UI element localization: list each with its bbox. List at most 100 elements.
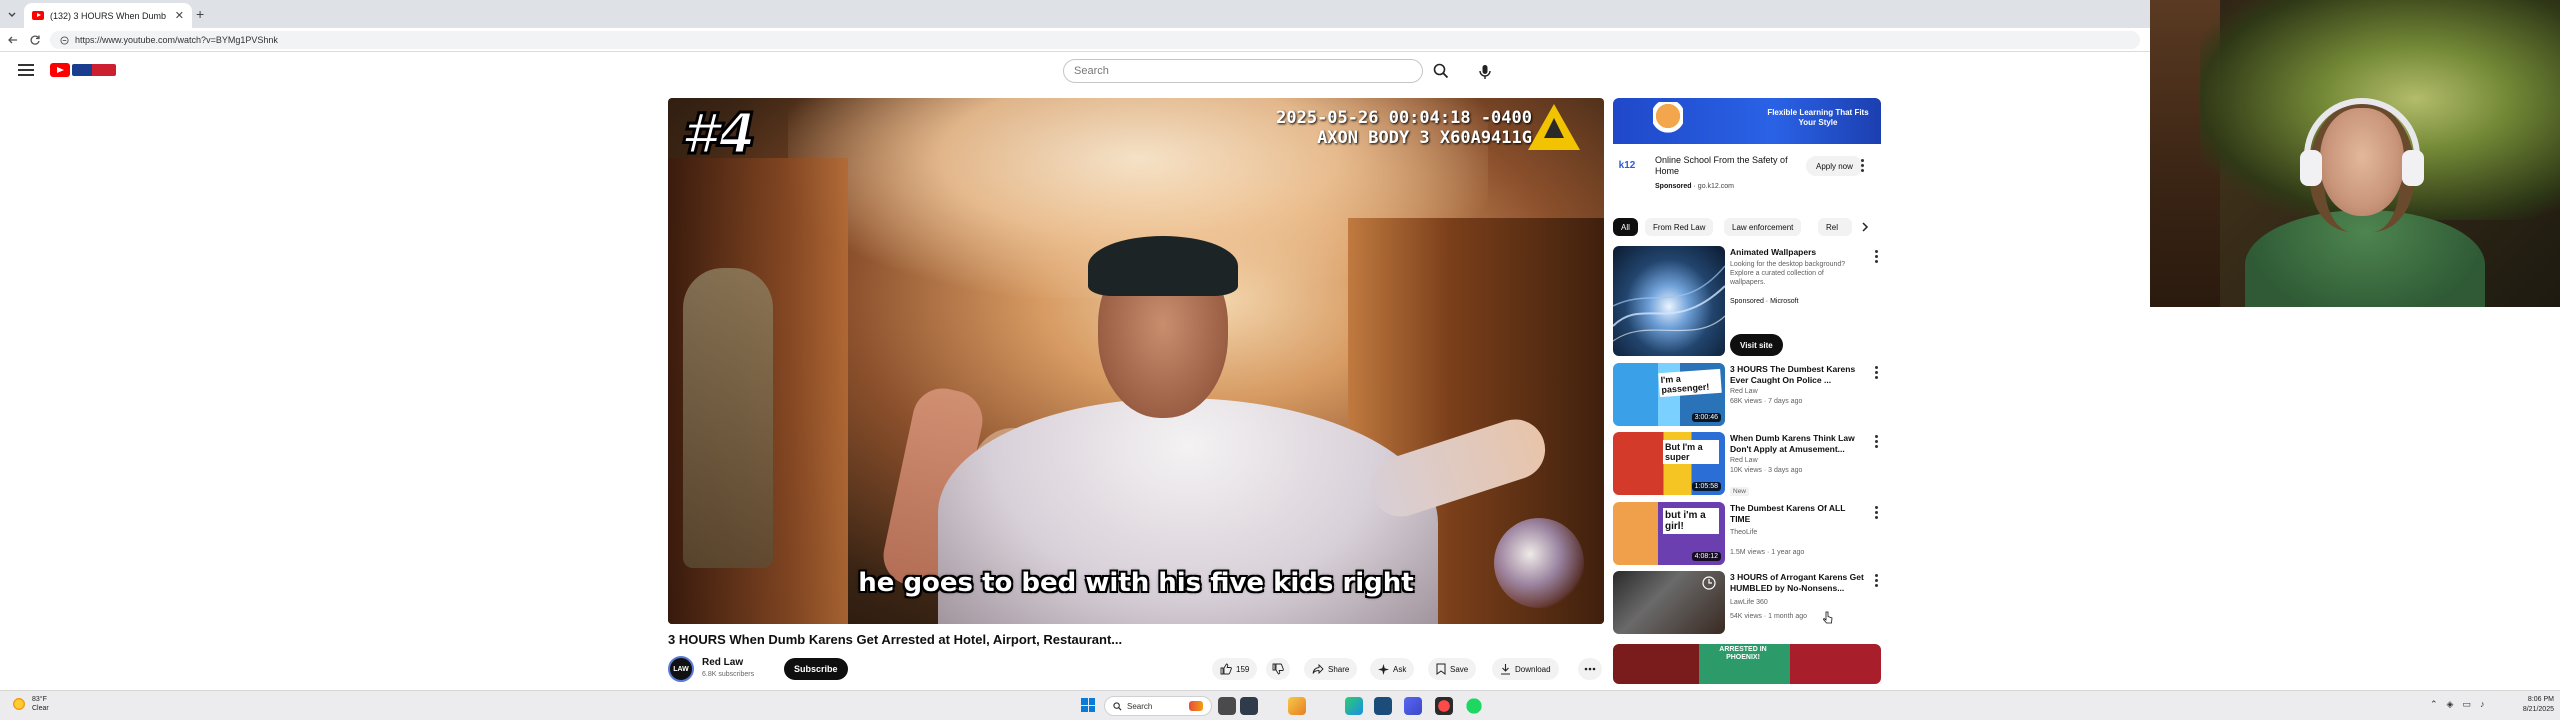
video-channel[interactable]: LawLife 360 bbox=[1730, 598, 1768, 607]
bodycam-timestamp: 2025-05-26 00:04:18 -0400 AXON BODY 3 X6… bbox=[1276, 108, 1532, 148]
video-thumbnail[interactable]: I'm a passenger! 3:00:46 bbox=[1613, 363, 1725, 426]
taskbar-clock[interactable]: 8:06 PM 8/21/2025 bbox=[2508, 695, 2554, 715]
video-thumbnail[interactable] bbox=[1613, 571, 1725, 634]
back-arrow-icon[interactable] bbox=[4, 31, 22, 49]
task-view-icon[interactable] bbox=[1218, 697, 1236, 715]
sponsored-meta: Sponsored · Microsoft bbox=[1730, 298, 1799, 305]
item-more-icon[interactable] bbox=[1874, 506, 1878, 519]
video-frame-man-cap bbox=[1088, 236, 1238, 296]
clock-icon bbox=[1702, 576, 1716, 590]
ad-banner-image[interactable]: Flexible Learning That Fits Your Style bbox=[1613, 98, 1881, 144]
ask-button[interactable]: Ask bbox=[1370, 658, 1415, 680]
video-player[interactable]: #4 2025-05-26 00:04:18 -0400 AXON BODY 3… bbox=[668, 98, 1604, 624]
ad-mascot-icon bbox=[1653, 102, 1683, 142]
video-channel[interactable]: Red Law bbox=[1730, 387, 1758, 396]
file-explorer-icon[interactable] bbox=[1288, 697, 1306, 715]
discord-icon[interactable] bbox=[1404, 697, 1422, 715]
video-channel[interactable]: Red Law bbox=[1730, 456, 1758, 465]
video-title-link[interactable]: When Dumb Karens Think Law Don't Apply a… bbox=[1730, 433, 1866, 455]
video-duration: 4:08:12 bbox=[1691, 552, 1721, 561]
save-button[interactable]: Save bbox=[1428, 658, 1477, 680]
video-title-link[interactable]: 3 HOURS of Arrogant Karens Get HUMBLED b… bbox=[1730, 572, 1866, 594]
subscribe-button[interactable]: Subscribe bbox=[784, 658, 848, 680]
item-more-icon[interactable] bbox=[1874, 574, 1878, 587]
taskbar-search-label: Search bbox=[1127, 701, 1153, 711]
taskbar-search[interactable]: Search bbox=[1104, 696, 1212, 716]
item-more-icon[interactable] bbox=[1874, 366, 1878, 379]
ask-label: Ask bbox=[1393, 664, 1407, 674]
tray-app-icon[interactable]: ◈ bbox=[2447, 699, 2454, 710]
browser-tab-active[interactable]: (132) 3 HOURS When Dumb K ✕ bbox=[24, 3, 192, 28]
item-more-icon[interactable] bbox=[1874, 435, 1878, 448]
chip-law-enforcement[interactable]: Law enforcement bbox=[1724, 218, 1802, 236]
clock-time: 8:06 PM bbox=[2527, 696, 2554, 703]
windows-start-icon[interactable] bbox=[1081, 698, 1095, 712]
microphone-icon[interactable] bbox=[1472, 59, 1498, 85]
video-thumbnail[interactable]: ARRESTED IN PHOENIX! bbox=[1613, 644, 1881, 684]
tab-list-chevron-icon[interactable] bbox=[2, 4, 22, 24]
save-label: Save bbox=[1450, 664, 1469, 674]
obs-record-icon[interactable] bbox=[1435, 697, 1453, 715]
video-title-link[interactable]: The Dumbest Karens Of ALL TIME bbox=[1730, 503, 1866, 525]
video-title-link[interactable]: 3 HOURS The Dumbest Karens Ever Caught O… bbox=[1730, 364, 1866, 386]
url-field[interactable]: https://www.youtube.com/watch?v=BYMg1PVS… bbox=[50, 31, 2140, 49]
tray-overflow-icon[interactable]: ⌃ bbox=[2430, 699, 2438, 710]
url-text: https://www.youtube.com/watch?v=BYMg1PVS… bbox=[75, 35, 278, 45]
search-highlight-icon bbox=[1189, 701, 1203, 711]
ad-sponsored-label: Sponsored bbox=[1655, 183, 1692, 190]
chevron-right-icon[interactable] bbox=[1856, 218, 1874, 236]
app-icon[interactable] bbox=[1374, 697, 1392, 715]
spotify-icon[interactable] bbox=[1465, 697, 1483, 715]
download-button[interactable]: Download bbox=[1492, 658, 1559, 680]
channel-avatar[interactable]: LAW bbox=[668, 656, 694, 682]
sponsored-title[interactable]: Animated Wallpapers bbox=[1730, 247, 1866, 258]
reload-icon[interactable] bbox=[26, 31, 44, 49]
youtube-doodle-logo[interactable] bbox=[72, 64, 116, 76]
volume-icon[interactable]: ♪ bbox=[2480, 699, 2485, 710]
video-channel[interactable]: TheoLife bbox=[1730, 528, 1757, 537]
sponsored-thumbnail[interactable] bbox=[1613, 246, 1725, 356]
download-label: Download bbox=[1515, 664, 1551, 674]
clock-date: 8/21/2025 bbox=[2522, 706, 2554, 713]
guide-menu-icon[interactable] bbox=[18, 64, 34, 76]
video-thumbnail[interactable]: But I'm a super 1:05:58 bbox=[1613, 432, 1725, 495]
bookmark-icon bbox=[1436, 663, 1446, 675]
share-arrow-icon bbox=[1312, 663, 1324, 675]
share-button[interactable]: Share bbox=[1304, 658, 1358, 680]
ad-more-icon[interactable] bbox=[1860, 159, 1864, 172]
apply-now-button[interactable]: Apply now bbox=[1806, 156, 1863, 176]
chip-all[interactable]: All bbox=[1613, 218, 1638, 236]
search-icon[interactable] bbox=[1423, 59, 1459, 83]
edge-browser-icon[interactable] bbox=[1345, 697, 1363, 715]
sparkle-icon bbox=[1378, 663, 1389, 675]
video-title: 3 HOURS When Dumb Karens Get Arrested at… bbox=[668, 632, 1123, 647]
visit-site-button[interactable]: Visit site bbox=[1730, 334, 1783, 356]
video-meta: 54K views · 1 month ago bbox=[1730, 613, 1808, 620]
ad-logo[interactable]: k12 bbox=[1616, 154, 1638, 176]
search-input[interactable]: Search bbox=[1063, 59, 1423, 83]
ad-title[interactable]: Online School From the Safety of Home bbox=[1655, 155, 1805, 177]
download-icon bbox=[1501, 664, 1510, 675]
item-more-icon[interactable] bbox=[1874, 250, 1878, 263]
video-thumbnail[interactable]: but i'm a girl! 4:08:12 bbox=[1613, 502, 1725, 565]
youtube-logo-icon[interactable] bbox=[50, 63, 70, 77]
network-icon[interactable]: ▭ bbox=[2462, 699, 2471, 710]
weather-widget[interactable]: 83°F Clear bbox=[12, 695, 49, 713]
like-count: 159 bbox=[1236, 664, 1250, 674]
new-tab-button[interactable]: + bbox=[196, 6, 204, 22]
weather-temperature: 83°F bbox=[32, 696, 47, 703]
dislike-button[interactable] bbox=[1266, 658, 1290, 680]
like-button[interactable]: 159 bbox=[1212, 658, 1258, 680]
browser-tab-strip: (132) 3 HOURS When Dumb K ✕ + bbox=[0, 0, 2150, 28]
video-meta: 68K views · 7 days ago bbox=[1730, 398, 1803, 405]
site-info-icon[interactable] bbox=[60, 35, 69, 45]
more-actions-button[interactable] bbox=[1578, 658, 1602, 680]
chip-from-red-law[interactable]: From Red Law bbox=[1645, 218, 1714, 236]
thumbnail-text: but i'm a girl! bbox=[1663, 508, 1719, 534]
widgets-icon[interactable] bbox=[1240, 697, 1258, 715]
ad-domain: go.k12.com bbox=[1697, 183, 1734, 190]
channel-name[interactable]: Red Law bbox=[702, 657, 743, 668]
tab-close-icon[interactable]: ✕ bbox=[175, 9, 184, 22]
chip-related[interactable]: Rel bbox=[1818, 218, 1852, 236]
video-duration: 1:05:58 bbox=[1691, 482, 1721, 491]
